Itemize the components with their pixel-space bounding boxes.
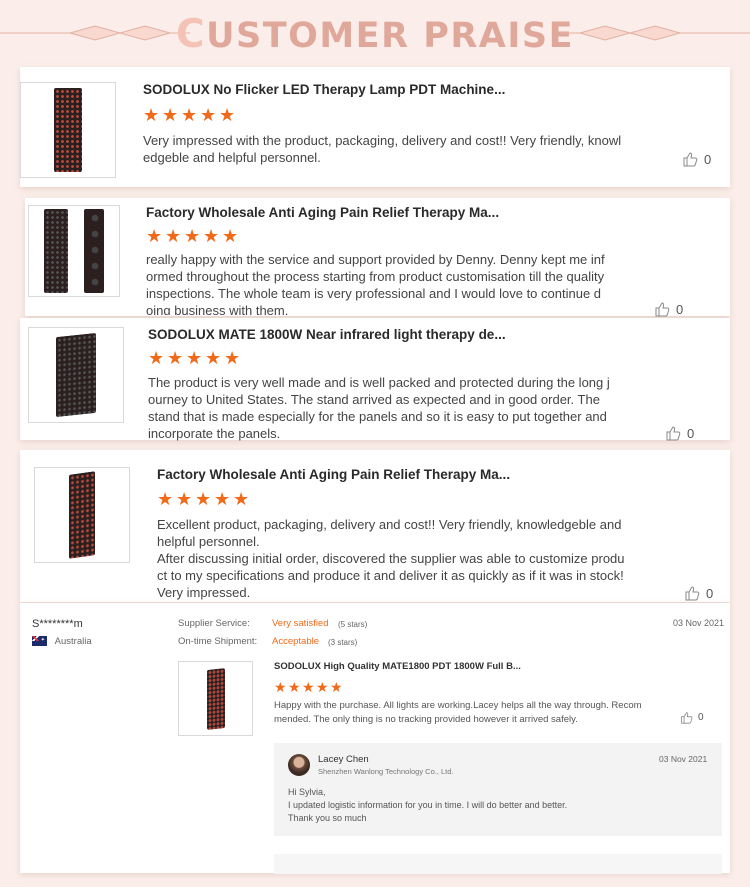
reply-line: Hi Sylvia, — [288, 787, 326, 797]
led-panel-image — [44, 209, 68, 293]
shipment-value: Acceptable — [272, 636, 320, 647]
led-panel-image — [206, 667, 225, 730]
star-icon: ★ — [214, 489, 231, 509]
thumbs-up-icon — [666, 426, 681, 441]
reply-date: 03 Nov 2021 — [659, 754, 708, 764]
star-icon: ★ — [233, 489, 250, 509]
supplier-avatar — [288, 754, 310, 776]
thumbs-up-icon — [655, 302, 670, 317]
reply-message: Hi Sylvia, I updated logistic informatio… — [288, 786, 567, 825]
star-icon: ★ — [219, 105, 236, 125]
supplier-service-stars: (5 stars) — [338, 620, 368, 629]
review-text: Excellent product, packaging, delivery a… — [157, 517, 625, 600]
star-icon: ★ — [288, 679, 301, 695]
star-icon: ★ — [274, 679, 287, 695]
detailed-review-card: S********m Australia Supplier Service: V… — [20, 603, 730, 874]
reply-line: Thank you so much — [288, 813, 367, 823]
reviewer-name: S********m — [32, 618, 83, 630]
review-text: really happy with the service and suppor… — [146, 252, 605, 315]
right-diamond-ornament — [560, 25, 750, 41]
star-icon: ★ — [222, 226, 239, 246]
led-panel-back-image — [84, 209, 104, 293]
product-title[interactable]: SODOLUX MATE 1800W Near infrared light t… — [148, 327, 568, 342]
review-date: 03 Nov 2021 — [673, 618, 725, 628]
star-icon: ★ — [146, 226, 163, 246]
product-thumbnail[interactable] — [28, 205, 120, 297]
led-panel-image — [56, 332, 96, 418]
supplier-reply: Lacey Chen Shenzhen Wanlong Technology C… — [274, 743, 722, 836]
star-icon: ★ — [181, 105, 198, 125]
rating-stars: ★ ★ ★ ★ ★ — [148, 348, 241, 368]
rating-stars: ★ ★ ★ ★ ★ — [146, 226, 239, 246]
supplier-service-label: Supplier Service: — [178, 618, 250, 629]
thumbs-up-icon — [685, 586, 700, 601]
product-title[interactable]: SODOLUX No Flicker LED Therapy Lamp PDT … — [143, 82, 563, 97]
star-icon: ★ — [162, 105, 179, 125]
like-count: 0 — [687, 425, 695, 441]
product-thumbnail[interactable] — [20, 82, 116, 178]
like-button[interactable]: 0 — [684, 585, 713, 601]
like-button[interactable]: 0 — [680, 711, 704, 724]
product-title[interactable]: Factory Wholesale Anti Aging Pain Relief… — [157, 467, 577, 482]
star-icon: ★ — [316, 679, 329, 695]
star-icon: ★ — [157, 489, 174, 509]
product-thumbnail[interactable] — [178, 661, 253, 736]
next-reply-preview — [274, 854, 722, 874]
review-text: The product is very well made and is wel… — [148, 375, 610, 441]
reviewer-country: Australia — [32, 636, 92, 647]
product-thumbnail[interactable] — [34, 467, 130, 563]
star-icon: ★ — [167, 348, 184, 368]
thumbs-up-icon — [683, 152, 698, 167]
reply-line: I updated logistic information for you i… — [288, 800, 568, 810]
like-count: 0 — [698, 712, 704, 723]
star-icon: ★ — [330, 679, 343, 695]
like-button[interactable]: 0 — [665, 425, 694, 441]
review-card: Factory Wholesale Anti Aging Pain Relief… — [25, 198, 730, 317]
product-title[interactable]: Factory Wholesale Anti Aging Pain Relief… — [146, 205, 566, 220]
led-panel-image — [54, 88, 82, 172]
star-icon: ★ — [205, 348, 222, 368]
section-header: CUSTOMER PRAISE — [0, 0, 750, 66]
shipment-stars: (3 stars) — [328, 638, 358, 647]
review-card: SODOLUX No Flicker LED Therapy Lamp PDT … — [20, 67, 730, 187]
led-panel-image — [69, 471, 95, 559]
product-thumbnail[interactable] — [28, 327, 124, 423]
reply-author: Lacey Chen — [318, 754, 369, 765]
shipment-label: On-time Shipment: — [178, 636, 258, 647]
star-icon: ★ — [176, 489, 193, 509]
like-count: 0 — [676, 301, 684, 317]
review-card: Factory Wholesale Anti Aging Pain Relief… — [20, 450, 730, 602]
star-icon: ★ — [184, 226, 201, 246]
star-icon: ★ — [186, 348, 203, 368]
like-button[interactable]: 0 — [682, 151, 711, 167]
star-icon: ★ — [195, 489, 212, 509]
star-icon: ★ — [143, 105, 160, 125]
rating-stars: ★ ★ ★ ★ ★ — [274, 679, 343, 697]
review-card: SODOLUX MATE 1800W Near infrared light t… — [20, 318, 730, 441]
like-count: 0 — [704, 151, 712, 167]
star-icon: ★ — [165, 226, 182, 246]
australia-flag-icon — [32, 636, 47, 647]
review-text: Happy with the purchase. All lights are … — [274, 700, 642, 725]
product-title[interactable]: SODOLUX High Quality MATE1800 PDT 1800W … — [274, 661, 521, 672]
reply-company: Shenzhen Wanlong Technology Co., Ltd. — [318, 767, 454, 776]
star-icon: ★ — [200, 105, 217, 125]
rating-stars: ★ ★ ★ ★ ★ — [143, 105, 236, 125]
star-icon: ★ — [148, 348, 165, 368]
star-icon: ★ — [203, 226, 220, 246]
star-icon: ★ — [224, 348, 241, 368]
star-icon: ★ — [302, 679, 315, 695]
review-text: Very impressed with the product, packagi… — [143, 133, 622, 165]
like-button[interactable]: 0 — [654, 301, 683, 317]
thumbs-up-icon — [681, 712, 693, 724]
supplier-service-value: Very satisfied — [272, 618, 329, 629]
rating-stars: ★ ★ ★ ★ ★ — [157, 489, 250, 509]
like-count: 0 — [706, 585, 714, 601]
